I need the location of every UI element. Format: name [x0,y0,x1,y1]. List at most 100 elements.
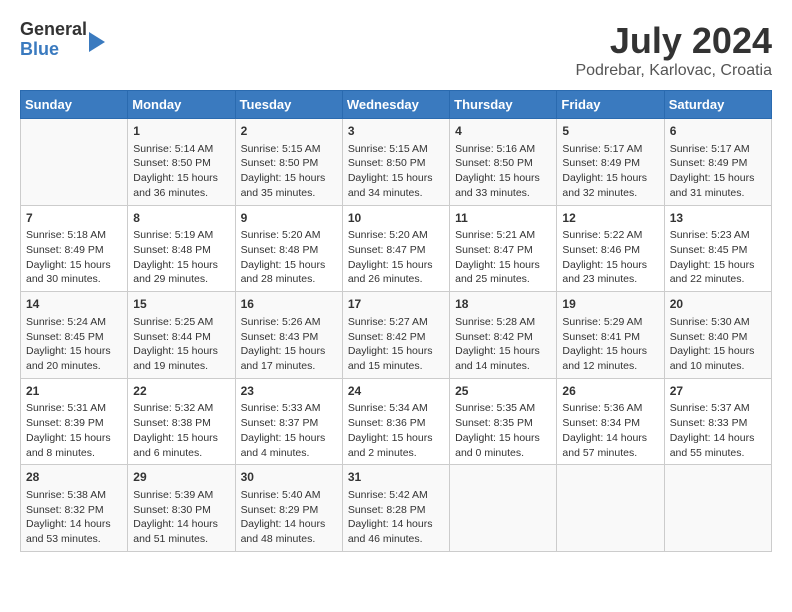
day-number: 26 [562,383,658,400]
day-number: 20 [670,296,766,313]
logo-arrow-icon [89,32,105,52]
calendar-week-row: 28Sunrise: 5:38 AM Sunset: 8:32 PM Dayli… [21,465,772,552]
calendar-cell [557,465,664,552]
day-info: Sunrise: 5:36 AM Sunset: 8:34 PM Dayligh… [562,401,658,460]
day-info: Sunrise: 5:31 AM Sunset: 8:39 PM Dayligh… [26,401,122,460]
weekday-header-friday: Friday [557,91,664,119]
day-info: Sunrise: 5:35 AM Sunset: 8:35 PM Dayligh… [455,401,551,460]
calendar-cell: 20 Sunrise: 5:30 AM Sunset: 8:40 PM Dayli… [664,292,771,379]
calendar-week-row: 14 Sunrise: 5:24 AM Sunset: 8:45 PM Dayli… [21,292,772,379]
day-info: Sunrise: 5:26 AM Sunset: 8:43 PM Dayligh… [241,315,337,374]
day-number: 3 [348,123,444,140]
calendar-cell: 11Sunrise: 5:21 AM Sunset: 8:47 PM Dayli… [450,205,557,292]
day-number: 15 [133,296,229,313]
calendar-cell: 13Sunrise: 5:23 AM Sunset: 8:45 PM Dayli… [664,205,771,292]
day-number: 8 [133,210,229,227]
logo-line2: Blue [20,40,87,60]
calendar-week-row: 7Sunrise: 5:18 AM Sunset: 8:49 PM Daylig… [21,205,772,292]
day-info: Sunrise: 5:34 AM Sunset: 8:36 PM Dayligh… [348,401,444,460]
day-info: Sunrise: 5:14 AM Sunset: 8:50 PM Dayligh… [133,142,229,201]
weekday-header-wednesday: Wednesday [342,91,449,119]
logo: General Blue [20,20,105,60]
day-number: 31 [348,469,444,486]
page-title: July 2024 [575,20,772,62]
day-number: 1 [133,123,229,140]
calendar-cell: 23Sunrise: 5:33 AM Sunset: 8:37 PM Dayli… [235,378,342,465]
calendar-week-row: 21Sunrise: 5:31 AM Sunset: 8:39 PM Dayli… [21,378,772,465]
calendar-cell: 31 Sunrise: 5:42 AM Sunset: 8:28 PM Dayli… [342,465,449,552]
calendar-cell: 19Sunrise: 5:29 AM Sunset: 8:41 PM Dayli… [557,292,664,379]
calendar-cell: 5 Sunrise: 5:17 AM Sunset: 8:49 PM Daylig… [557,119,664,206]
day-number: 27 [670,383,766,400]
weekday-header-tuesday: Tuesday [235,91,342,119]
day-info: Sunrise: 5:40 AM Sunset: 8:29 PM Dayligh… [241,488,337,547]
day-number: 16 [241,296,337,313]
logo-line1: General [20,20,87,40]
calendar-cell: 21Sunrise: 5:31 AM Sunset: 8:39 PM Dayli… [21,378,128,465]
weekday-header-saturday: Saturday [664,91,771,119]
day-info: Sunrise: 5:20 AM Sunset: 8:47 PM Dayligh… [348,228,444,287]
day-number: 25 [455,383,551,400]
day-number: 7 [26,210,122,227]
day-number: 22 [133,383,229,400]
day-number: 24 [348,383,444,400]
calendar-cell: 14 Sunrise: 5:24 AM Sunset: 8:45 PM Dayli… [21,292,128,379]
calendar-cell: 22Sunrise: 5:32 AM Sunset: 8:38 PM Dayli… [128,378,235,465]
day-number: 12 [562,210,658,227]
title-block: July 2024 Podrebar, Karlovac, Croatia [575,20,772,80]
day-number: 6 [670,123,766,140]
calendar-cell [450,465,557,552]
logo-text: General Blue [20,20,87,60]
calendar-cell: 26Sunrise: 5:36 AM Sunset: 8:34 PM Dayli… [557,378,664,465]
calendar-cell [21,119,128,206]
day-info: Sunrise: 5:24 AM Sunset: 8:45 PM Dayligh… [26,315,122,374]
day-number: 23 [241,383,337,400]
day-info: Sunrise: 5:29 AM Sunset: 8:41 PM Dayligh… [562,315,658,374]
calendar-cell: 1 Sunrise: 5:14 AM Sunset: 8:50 PM Daylig… [128,119,235,206]
day-info: Sunrise: 5:17 AM Sunset: 8:49 PM Dayligh… [562,142,658,201]
day-number: 21 [26,383,122,400]
day-number: 18 [455,296,551,313]
day-info: Sunrise: 5:30 AM Sunset: 8:40 PM Dayligh… [670,315,766,374]
calendar-cell: 16 Sunrise: 5:26 AM Sunset: 8:43 PM Dayli… [235,292,342,379]
calendar-cell: 27Sunrise: 5:37 AM Sunset: 8:33 PM Dayli… [664,378,771,465]
day-number: 14 [26,296,122,313]
day-info: Sunrise: 5:20 AM Sunset: 8:48 PM Dayligh… [241,228,337,287]
page-subtitle: Podrebar, Karlovac, Croatia [575,62,772,80]
day-info: Sunrise: 5:38 AM Sunset: 8:32 PM Dayligh… [26,488,122,547]
day-info: Sunrise: 5:16 AM Sunset: 8:50 PM Dayligh… [455,142,551,201]
calendar-cell: 25Sunrise: 5:35 AM Sunset: 8:35 PM Dayli… [450,378,557,465]
calendar-cell: 29Sunrise: 5:39 AM Sunset: 8:30 PM Dayli… [128,465,235,552]
day-info: Sunrise: 5:15 AM Sunset: 8:50 PM Dayligh… [348,142,444,201]
calendar-week-row: 1 Sunrise: 5:14 AM Sunset: 8:50 PM Daylig… [21,119,772,206]
calendar-cell: 4 Sunrise: 5:16 AM Sunset: 8:50 PM Daylig… [450,119,557,206]
calendar-cell: 8Sunrise: 5:19 AM Sunset: 8:48 PM Daylig… [128,205,235,292]
calendar-cell: 30 Sunrise: 5:40 AM Sunset: 8:29 PM Dayli… [235,465,342,552]
day-number: 9 [241,210,337,227]
day-info: Sunrise: 5:39 AM Sunset: 8:30 PM Dayligh… [133,488,229,547]
day-number: 11 [455,210,551,227]
calendar-cell: 12Sunrise: 5:22 AM Sunset: 8:46 PM Dayli… [557,205,664,292]
calendar-cell: 28Sunrise: 5:38 AM Sunset: 8:32 PM Dayli… [21,465,128,552]
day-info: Sunrise: 5:42 AM Sunset: 8:28 PM Dayligh… [348,488,444,547]
day-number: 2 [241,123,337,140]
page-header: General Blue July 2024 Podrebar, Karlova… [20,20,772,80]
day-info: Sunrise: 5:21 AM Sunset: 8:47 PM Dayligh… [455,228,551,287]
weekday-header-sunday: Sunday [21,91,128,119]
calendar-cell: 6 Sunrise: 5:17 AM Sunset: 8:49 PM Daylig… [664,119,771,206]
day-info: Sunrise: 5:23 AM Sunset: 8:45 PM Dayligh… [670,228,766,287]
day-number: 5 [562,123,658,140]
weekday-header-thursday: Thursday [450,91,557,119]
day-info: Sunrise: 5:25 AM Sunset: 8:44 PM Dayligh… [133,315,229,374]
day-info: Sunrise: 5:27 AM Sunset: 8:42 PM Dayligh… [348,315,444,374]
weekday-header-monday: Monday [128,91,235,119]
day-number: 4 [455,123,551,140]
calendar-cell: 17Sunrise: 5:27 AM Sunset: 8:42 PM Dayli… [342,292,449,379]
day-number: 30 [241,469,337,486]
day-info: Sunrise: 5:37 AM Sunset: 8:33 PM Dayligh… [670,401,766,460]
day-info: Sunrise: 5:22 AM Sunset: 8:46 PM Dayligh… [562,228,658,287]
day-info: Sunrise: 5:17 AM Sunset: 8:49 PM Dayligh… [670,142,766,201]
day-number: 10 [348,210,444,227]
calendar-table: SundayMondayTuesdayWednesdayThursdayFrid… [20,90,772,552]
calendar-cell: 2Sunrise: 5:15 AM Sunset: 8:50 PM Daylig… [235,119,342,206]
